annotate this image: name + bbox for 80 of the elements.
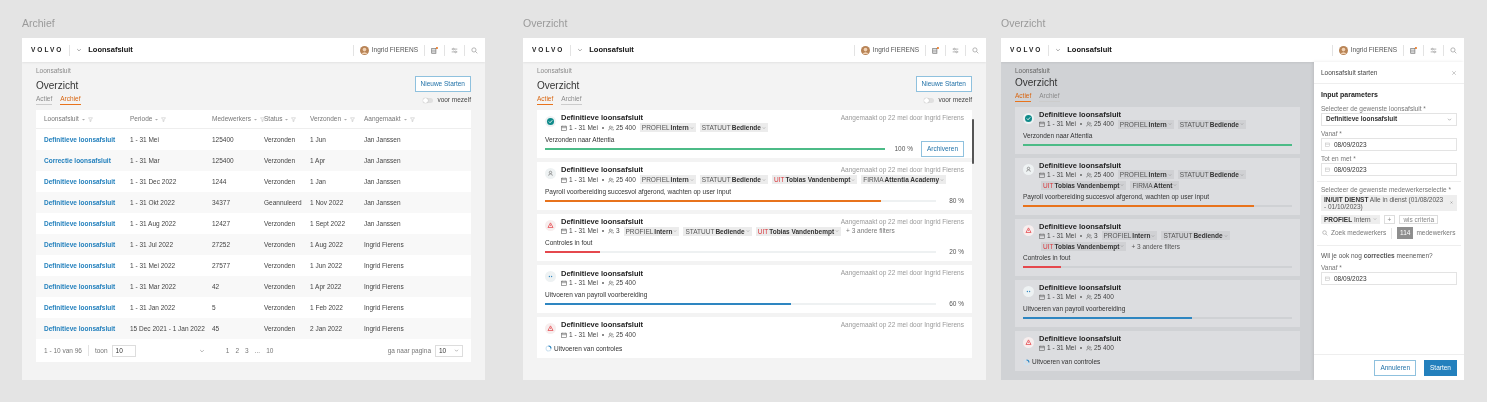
- people-icon: [607, 124, 614, 131]
- caret-icon: [1120, 183, 1125, 188]
- toggle-switch[interactable]: [924, 97, 935, 103]
- people-icon: [1085, 171, 1092, 178]
- chevron-down-icon[interactable]: [76, 47, 83, 53]
- caret-icon: [761, 177, 766, 182]
- calendar-icon: [561, 124, 567, 131]
- close-icon[interactable]: [1451, 69, 1457, 76]
- view-caption: Overzicht: [1001, 16, 1046, 31]
- calendar-icon: [1039, 171, 1045, 178]
- calendar-icon: [1325, 166, 1330, 172]
- calendar-icon: [1325, 276, 1330, 282]
- caret-icon: [851, 177, 856, 182]
- grid-icon[interactable]: [1410, 46, 1417, 54]
- avatar-icon[interactable]: [1338, 45, 1348, 55]
- people-icon: [607, 280, 614, 286]
- caret-icon: [761, 125, 766, 130]
- sort-icon[interactable]: [154, 116, 160, 122]
- people-icon: [607, 331, 614, 338]
- remove-icon: [1449, 200, 1454, 205]
- page-title: Overzicht: [537, 79, 580, 92]
- calendar-icon: [561, 176, 567, 183]
- avatar-icon[interactable]: [860, 45, 870, 55]
- search-icon: [1322, 229, 1328, 236]
- caret-icon: [689, 177, 694, 182]
- sliders-icon[interactable]: [1430, 46, 1437, 54]
- caret-icon: [1173, 183, 1178, 188]
- sort-icon[interactable]: [253, 116, 258, 122]
- view-caption: Archief: [22, 16, 55, 31]
- page-title: Overzicht: [36, 79, 79, 92]
- caret-icon: [745, 229, 750, 234]
- sliders-icon[interactable]: [952, 46, 959, 54]
- avatar-icon[interactable]: [359, 45, 369, 55]
- calendar-icon: [1039, 121, 1045, 127]
- search-icon[interactable]: [972, 46, 979, 54]
- people-icon: [1085, 345, 1092, 352]
- toggle-switch[interactable]: [423, 97, 434, 103]
- people-icon: [607, 228, 614, 235]
- scrollbar-thumb[interactable]: [972, 119, 974, 164]
- filter-icon[interactable]: [350, 116, 356, 122]
- chevron-down-icon[interactable]: [1055, 47, 1062, 53]
- calendar-icon: [561, 331, 567, 338]
- search-icon[interactable]: [471, 46, 478, 54]
- caret-icon: [940, 177, 945, 182]
- filter-icon[interactable]: [260, 116, 265, 122]
- sort-icon[interactable]: [343, 116, 349, 122]
- filter-icon[interactable]: [87, 116, 93, 122]
- chevron-down-icon[interactable]: [577, 47, 584, 53]
- filter-icon[interactable]: [161, 116, 167, 122]
- filter-icon[interactable]: [409, 116, 415, 122]
- calendar-icon: [1039, 232, 1045, 239]
- filter-icon[interactable]: [291, 116, 297, 122]
- people-icon: [1085, 121, 1092, 127]
- grid-icon[interactable]: [431, 46, 438, 54]
- calendar-icon: [561, 228, 567, 235]
- caret-icon: [1447, 116, 1452, 122]
- caret-icon: [835, 229, 840, 234]
- chevron-icon[interactable]: [198, 347, 205, 354]
- sort-icon[interactable]: [284, 116, 290, 122]
- caret-icon: [454, 348, 459, 353]
- search-icon[interactable]: [1450, 46, 1457, 54]
- spinner-icon: [1023, 358, 1030, 366]
- sort-icon[interactable]: [80, 116, 86, 122]
- caret-icon: [1151, 233, 1156, 238]
- caret-icon: [1120, 244, 1125, 249]
- calendar-icon: [1325, 141, 1330, 147]
- page-title: Overzicht: [1015, 76, 1058, 89]
- sort-icon[interactable]: [402, 116, 408, 122]
- view-caption: Overzicht: [523, 16, 568, 31]
- people-icon: [607, 176, 614, 183]
- spinner-icon: [545, 345, 552, 353]
- calendar-icon: [1039, 294, 1045, 301]
- sliders-icon[interactable]: [451, 46, 458, 54]
- calendar-icon: [1039, 345, 1045, 352]
- people-icon: [1085, 232, 1092, 239]
- caret-icon: [673, 229, 678, 234]
- people-icon: [1085, 294, 1092, 301]
- grid-icon[interactable]: [932, 46, 939, 54]
- caret-icon: [689, 125, 694, 130]
- calendar-icon: [561, 280, 567, 286]
